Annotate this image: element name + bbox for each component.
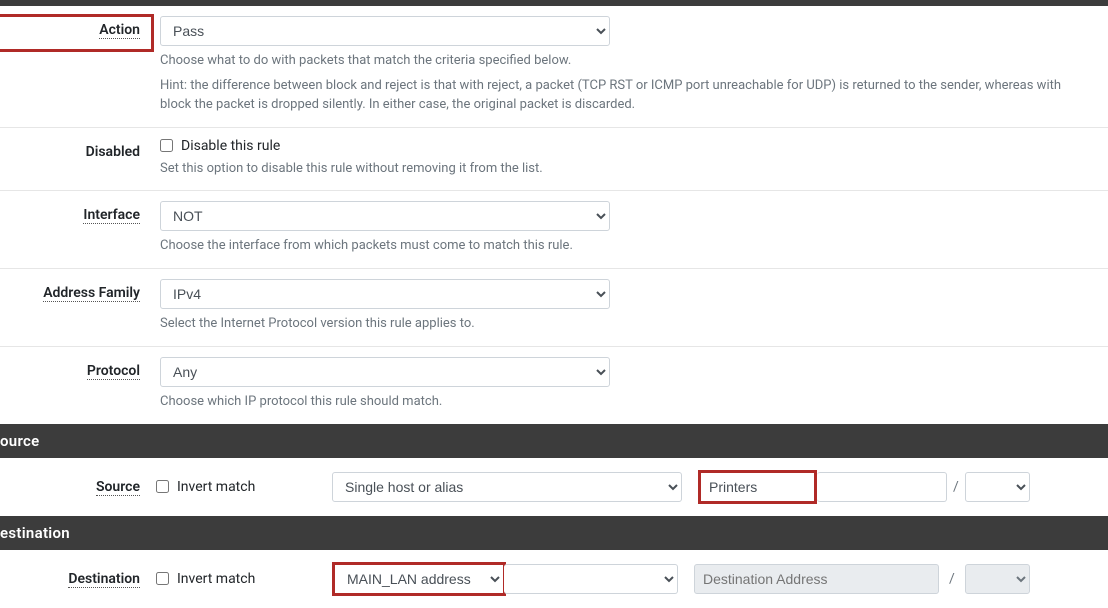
select-destination-type-inner[interactable]: MAIN_LAN address (335, 565, 503, 593)
section-header-destination: estination (0, 516, 1108, 550)
select-source-type[interactable]: Single host or alias (332, 472, 682, 502)
label-destination: Destination (0, 571, 140, 587)
label-protocol: Protocol (0, 357, 160, 379)
checkbox-destination-invert[interactable] (156, 572, 169, 585)
row-protocol: Protocol Any Choose which IP protocol th… (0, 347, 1108, 424)
label-source-invert: Invert match (177, 479, 255, 495)
label-address-family: Address Family (0, 279, 160, 301)
select-source-mask[interactable] (965, 472, 1030, 502)
input-source-address[interactable] (705, 475, 810, 499)
select-destination-type-ext[interactable] (504, 564, 678, 594)
label-interface: Interface (0, 201, 160, 223)
help-disabled: Set this option to disable this rule wit… (160, 160, 1088, 179)
label-interface-text: Interface (83, 207, 140, 224)
section-header-source: ource (0, 424, 1108, 458)
label-source: Source (0, 479, 140, 495)
highlight-destination-type: MAIN_LAN address (332, 562, 506, 596)
row-destination: Destination Invert match MAIN_LAN addres… (0, 550, 1108, 608)
slash-source: / (947, 479, 965, 495)
label-protocol-text: Protocol (87, 363, 140, 380)
label-disabled: Disabled (0, 138, 160, 160)
select-protocol[interactable]: Any (160, 357, 610, 387)
checkbox-source-invert[interactable] (156, 480, 169, 493)
label-action: Action (0, 16, 160, 38)
help-action-1: Choose what to do with packets that matc… (160, 52, 1088, 71)
input-destination-address[interactable] (694, 564, 939, 594)
highlight-source-address (698, 470, 817, 504)
help-address-family: Select the Internet Protocol version thi… (160, 315, 1088, 334)
select-address-family[interactable]: IPv4 (160, 279, 610, 309)
label-disabled-text: Disabled (86, 144, 140, 160)
row-disabled: Disabled Disable this rule Set this opti… (0, 128, 1108, 192)
label-address-family-text: Address Family (43, 285, 140, 302)
checkbox-disabled-label: Disable this rule (181, 138, 280, 154)
checkbox-disabled[interactable] (160, 139, 173, 152)
select-destination-mask[interactable] (965, 564, 1030, 594)
input-source-address-ext[interactable] (817, 472, 947, 502)
row-address-family: Address Family IPv4 Select the Internet … (0, 269, 1108, 347)
row-action: Action Pass Choose what to do with packe… (0, 6, 1108, 128)
label-destination-invert: Invert match (177, 571, 255, 587)
help-action-2: Hint: the difference between block and r… (160, 77, 1088, 115)
label-action-text: Action (99, 22, 140, 39)
label-source-text: Source (96, 479, 140, 496)
slash-destination: / (943, 571, 961, 587)
help-protocol: Choose which IP protocol this rule shoul… (160, 393, 1088, 412)
select-action[interactable]: Pass (160, 16, 610, 46)
select-interface[interactable]: NOT (160, 201, 610, 231)
label-destination-text: Destination (68, 571, 140, 588)
row-interface: Interface NOT Choose the interface from … (0, 191, 1108, 269)
help-interface: Choose the interface from which packets … (160, 237, 1088, 256)
row-source: Source Invert match Single host or alias… (0, 458, 1108, 516)
